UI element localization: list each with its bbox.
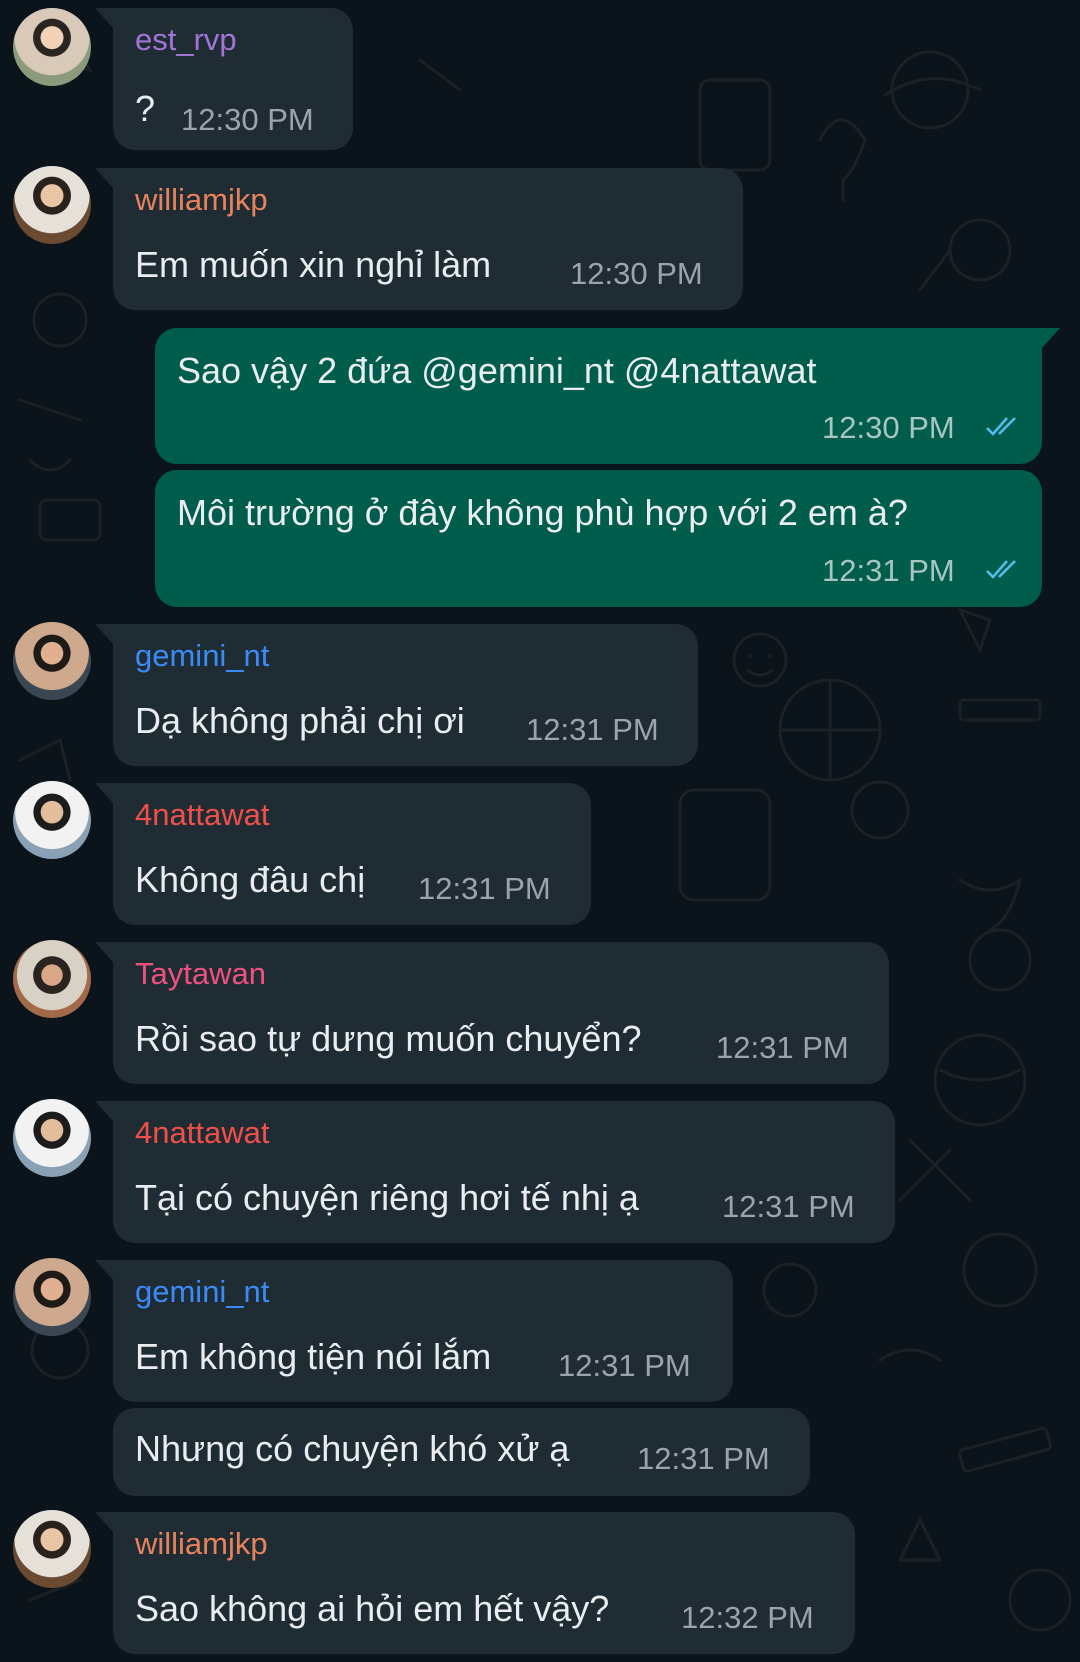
message-bubble[interactable]: Nhưng có chuyện khó xử ạ 12:31 PM xyxy=(113,1408,810,1496)
message-bubble[interactable]: gemini_nt Dạ không phải chị ơi 12:31 PM xyxy=(95,624,698,766)
avatar[interactable] xyxy=(13,622,91,700)
message-time: 12:31 PM xyxy=(722,1189,855,1224)
message-text: Không đâu chị xyxy=(135,859,366,900)
message-text: Em muốn xin nghỉ làm xyxy=(135,244,492,285)
avatar[interactable] xyxy=(13,166,91,244)
message-bubble[interactable]: Sao vậy 2 đứa @gemini_nt @4nattawat 12:3… xyxy=(155,328,1060,464)
avatar[interactable] xyxy=(13,781,91,859)
message-bubble[interactable]: est_rvp ? 12:30 PM xyxy=(95,8,353,150)
message-time: 12:31 PM xyxy=(716,1030,849,1065)
message-text: Rồi sao tự dưng muốn chuyển? xyxy=(135,1018,642,1059)
avatar[interactable] xyxy=(13,1258,91,1336)
sender-name[interactable]: gemini_nt xyxy=(135,1274,269,1310)
message-text: Sao không ai hỏi em hết vậy? xyxy=(135,1588,610,1629)
sender-name[interactable]: 4nattawat xyxy=(135,797,269,833)
avatar[interactable] xyxy=(13,8,91,86)
read-double-check-icon xyxy=(986,417,1016,436)
message-bubble[interactable]: Môi trường ở đây không phù hợp với 2 em … xyxy=(155,470,1042,607)
message-bubble[interactable]: gemini_nt Em không tiện nói lắm 12:31 PM xyxy=(95,1260,733,1402)
avatar[interactable] xyxy=(13,1510,91,1588)
sender-name[interactable]: est_rvp xyxy=(135,22,237,58)
message-text: Em không tiện nói lắm xyxy=(135,1336,492,1377)
message-time: 12:31 PM xyxy=(526,712,659,747)
read-double-check-icon xyxy=(986,560,1016,579)
message-time: 12:31 PM xyxy=(418,871,551,906)
message-bubble[interactable]: 4nattawat Tại có chuyện riêng hơi tế nhị… xyxy=(95,1101,895,1243)
message-time: 12:31 PM xyxy=(822,553,955,588)
message-time: 12:30 PM xyxy=(570,256,703,291)
message-text: Dạ không phải chị ơi xyxy=(135,700,465,741)
sender-name[interactable]: williamjkp xyxy=(135,182,268,218)
message-text: ? xyxy=(135,88,156,129)
avatar[interactable] xyxy=(13,1099,91,1177)
message-bubble[interactable]: williamjkp Sao không ai hỏi em hết vậy? … xyxy=(95,1512,855,1654)
message-time: 12:30 PM xyxy=(822,410,955,445)
message-text: Nhưng có chuyện khó xử ạ xyxy=(135,1428,570,1469)
sender-name[interactable]: williamjkp xyxy=(135,1526,268,1562)
message-time: 12:30 PM xyxy=(181,102,314,137)
message-text: Môi trường ở đây không phù hợp với 2 em … xyxy=(177,492,908,533)
message-bubble[interactable]: williamjkp Em muốn xin nghỉ làm 12:30 PM xyxy=(95,168,743,310)
message-time: 12:32 PM xyxy=(681,1600,814,1635)
message-time: 12:31 PM xyxy=(558,1348,691,1383)
message-bubble[interactable]: 4nattawat Không đâu chị 12:31 PM xyxy=(95,783,591,925)
message-text: Tại có chuyện riêng hơi tế nhị ạ xyxy=(135,1177,639,1218)
message-text: Sao vậy 2 đứa @gemini_nt @4nattawat xyxy=(177,350,817,391)
message-bubble[interactable]: Taytawan Rồi sao tự dưng muốn chuyển? 12… xyxy=(95,942,889,1084)
sender-name[interactable]: Taytawan xyxy=(135,956,266,992)
message-time: 12:31 PM xyxy=(637,1441,770,1476)
avatar[interactable] xyxy=(13,940,91,1018)
sender-name[interactable]: 4nattawat xyxy=(135,1115,269,1151)
sender-name[interactable]: gemini_nt xyxy=(135,638,269,674)
